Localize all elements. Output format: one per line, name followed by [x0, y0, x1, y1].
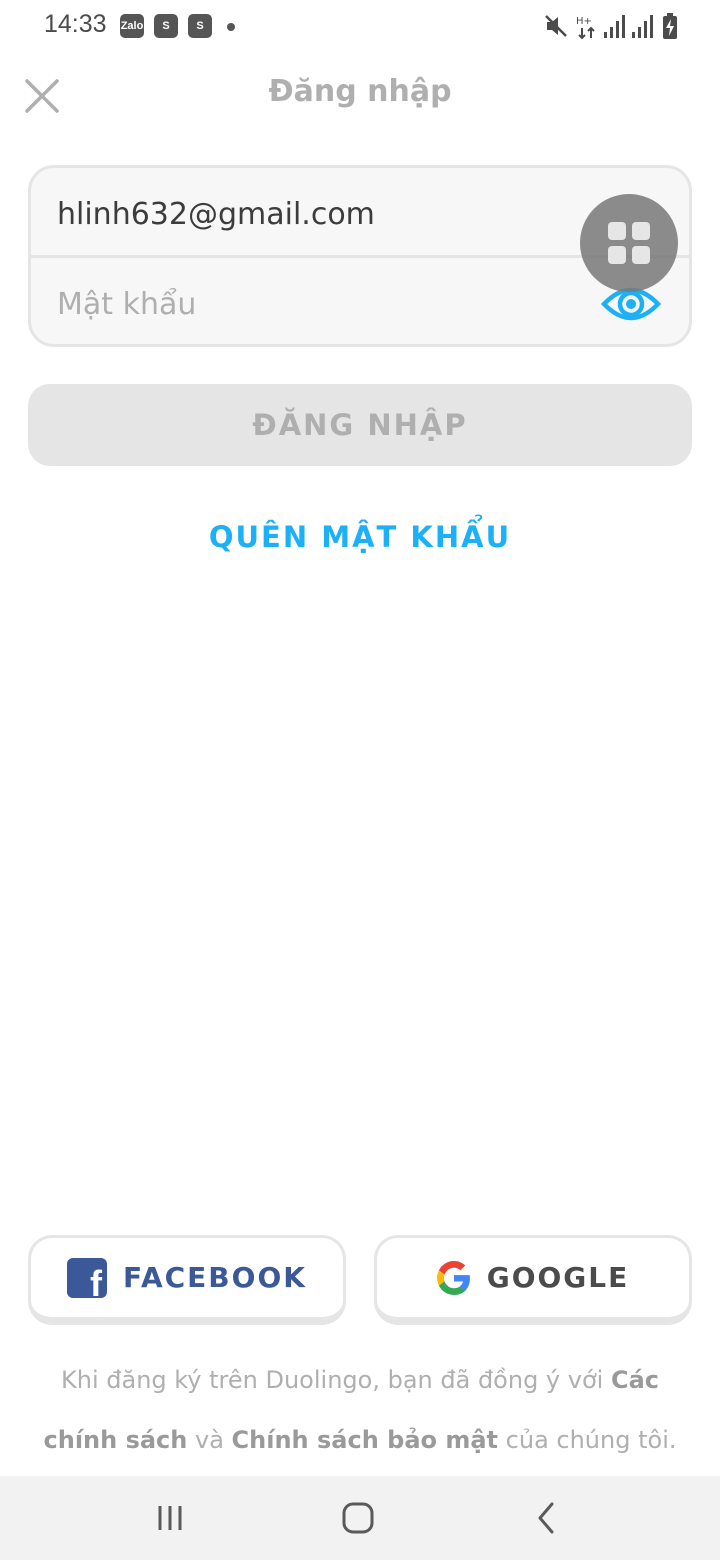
- mute-icon: [545, 15, 567, 37]
- facebook-label: FACEBOOK: [123, 1261, 307, 1294]
- back-icon: [538, 1502, 554, 1534]
- terms-text: Khi đăng ký trên Duolingo, bạn đã đồng ý…: [40, 1350, 680, 1470]
- back-button[interactable]: [524, 1498, 568, 1538]
- home-icon: [342, 1502, 374, 1534]
- zalo-icon: Zalo: [120, 14, 144, 38]
- shopee-icon: S: [188, 14, 212, 38]
- google-icon: [436, 1260, 470, 1295]
- status-bar: 14:33 Zalo S S H+: [0, 0, 720, 56]
- terms-suffix: của chúng tôi.: [498, 1426, 677, 1454]
- facebook-login-button[interactable]: f FACEBOOK: [28, 1235, 346, 1325]
- more-notifications-dot: [227, 23, 235, 31]
- shopee-icon: S: [154, 14, 178, 38]
- forgot-password-link[interactable]: QUÊN MẬT KHẨU: [0, 520, 720, 554]
- floating-assistive-button[interactable]: [580, 194, 678, 292]
- recents-icon: [158, 1506, 182, 1530]
- password-field[interactable]: [57, 274, 617, 334]
- email-field[interactable]: [57, 184, 617, 244]
- login-button[interactable]: ĐĂNG NHẬP: [28, 384, 692, 466]
- svg-text:H+: H+: [576, 16, 592, 27]
- data-transfer-icon: H+: [576, 16, 595, 40]
- system-nav-bar: [0, 1476, 720, 1560]
- status-time: 14:33: [44, 10, 107, 38]
- terms-prefix: Khi đăng ký trên Duolingo, bạn đã đồng ý…: [61, 1366, 611, 1394]
- home-button[interactable]: [336, 1498, 380, 1538]
- battery-charging-icon: [663, 13, 677, 39]
- signal-icon: [604, 15, 625, 38]
- recents-button[interactable]: [148, 1498, 192, 1538]
- google-login-button[interactable]: GOOGLE: [374, 1235, 692, 1325]
- page-title: Đăng nhập: [268, 74, 452, 109]
- google-label: GOOGLE: [486, 1261, 630, 1294]
- signal-icon: [632, 15, 653, 38]
- terms-middle: và: [187, 1426, 232, 1454]
- facebook-icon: f: [67, 1257, 108, 1298]
- privacy-policy-link[interactable]: Chính sách bảo mật: [232, 1426, 499, 1454]
